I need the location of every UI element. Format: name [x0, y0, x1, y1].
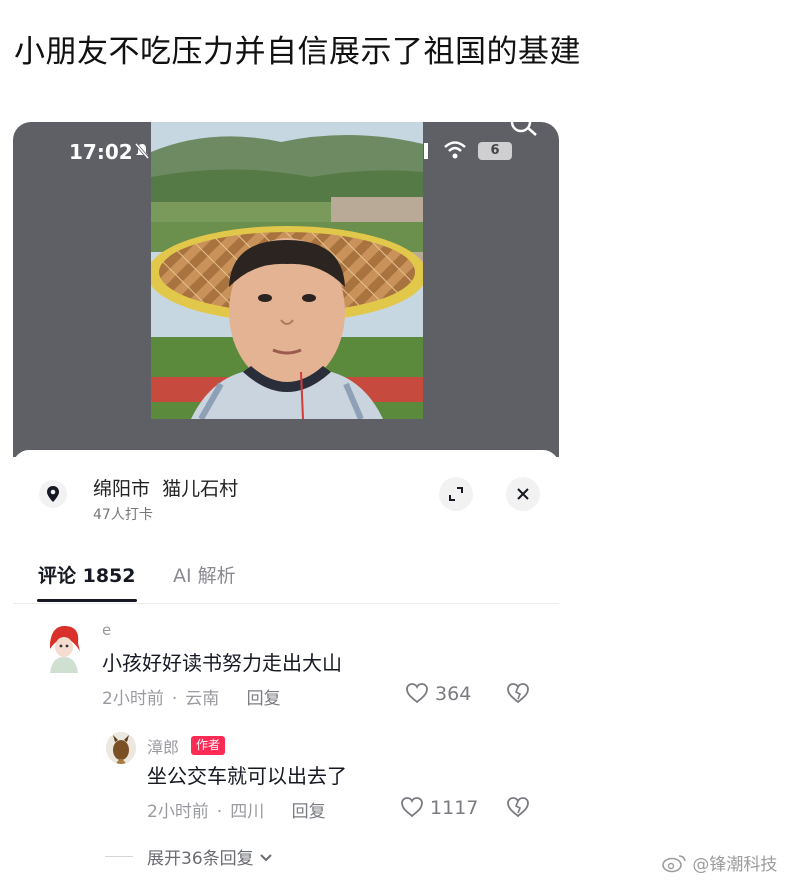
expand-divider — [105, 856, 133, 857]
comment-username[interactable]: 漳郎 — [147, 734, 179, 758]
active-tab-indicator — [37, 599, 137, 602]
tab-ai-analysis[interactable]: AI 解析 — [173, 561, 236, 588]
location-pin-icon — [39, 480, 67, 508]
comment-meta: 2小时前 · 云南 回复 — [102, 684, 281, 709]
watermark: @锋潮科技 — [661, 850, 777, 875]
tab-divider — [13, 603, 559, 604]
phone-screenshot: 17:02 6 绵阳市 猫儿石村 47人打卡 评论 1852 AI 解析 e 小… — [13, 122, 559, 883]
dislike-button[interactable] — [506, 682, 530, 708]
location-name[interactable]: 绵阳市 猫儿石村 — [93, 474, 238, 501]
post-title: 小朋友不吃压力并自信展示了祖国的基建 — [14, 34, 581, 70]
author-badge: 作者 — [191, 736, 226, 755]
avatar[interactable] — [42, 621, 84, 673]
battery-indicator: 6 — [478, 142, 512, 160]
chevron-down-icon — [260, 854, 272, 862]
heart-icon — [406, 683, 428, 704]
expand-icon — [449, 487, 463, 501]
like-count: 364 — [435, 683, 472, 705]
video-frame — [151, 122, 423, 419]
tab-comments[interactable]: 评论 1852 — [38, 561, 136, 588]
meta-separator: · — [171, 689, 178, 709]
watermark-text: @锋潮科技 — [692, 855, 778, 875]
comment-time: 2小时前 — [102, 689, 164, 709]
broken-heart-icon — [507, 683, 529, 704]
heart-icon — [401, 797, 423, 818]
comment-username[interactable]: e — [102, 621, 111, 639]
comment-region: 四川 — [230, 802, 265, 822]
like-button[interactable]: 364 — [405, 682, 471, 705]
close-icon — [517, 488, 529, 500]
comment-region: 云南 — [185, 689, 220, 709]
expand-replies-label: 展开36条回复 — [147, 849, 254, 869]
video-player[interactable]: 17:02 6 — [13, 122, 559, 457]
wifi-icon — [444, 141, 466, 159]
like-button[interactable]: 1117 — [400, 796, 478, 819]
reply-button[interactable]: 回复 — [247, 689, 281, 709]
location-checkins: 47人打卡 — [93, 507, 153, 523]
meta-separator: · — [216, 802, 223, 822]
dislike-button[interactable] — [506, 796, 530, 822]
comment-time: 2小时前 — [147, 802, 209, 822]
search-icon[interactable] — [507, 122, 541, 140]
expand-replies-link[interactable]: 展开36条回复 — [147, 844, 273, 869]
close-button[interactable] — [506, 477, 540, 511]
mute-icon — [134, 143, 150, 159]
broken-heart-icon — [507, 797, 529, 818]
expand-button[interactable] — [439, 477, 473, 511]
comment-text: 坐公交车就可以出去了 — [147, 764, 347, 788]
weibo-logo-icon — [662, 855, 686, 873]
comment-meta: 2小时前 · 四川 回复 — [147, 797, 326, 822]
comment-sheet: 绵阳市 猫儿石村 47人打卡 评论 1852 AI 解析 e 小孩好好读书努力走… — [13, 450, 559, 883]
reply-button[interactable]: 回复 — [292, 802, 326, 822]
like-count: 1117 — [430, 797, 479, 819]
comment-text: 小孩好好读书努力走出大山 — [102, 651, 342, 675]
status-time: 17:02 — [69, 140, 133, 164]
avatar[interactable] — [106, 732, 136, 764]
